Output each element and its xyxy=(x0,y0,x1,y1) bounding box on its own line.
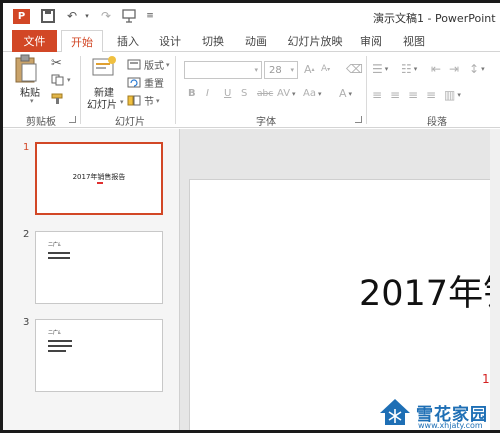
tab-slideshow[interactable]: 幻灯片放映 xyxy=(287,30,343,52)
thumb-title: 2017年销售报告 xyxy=(72,173,126,181)
watermark-url: www.xhjaty.com xyxy=(418,421,483,430)
undo-dropdown-icon[interactable]: ▾ xyxy=(83,8,91,24)
slide-number: 3 xyxy=(23,317,30,328)
copy-icon[interactable]: ▾ xyxy=(51,74,71,86)
decrease-indent-icon[interactable]: ⇤ xyxy=(431,62,441,76)
slide-subtitle-text[interactable]: 1 xyxy=(482,372,490,386)
slide-thumbnail-pane[interactable]: 1 2017年销售报告 2 二广ﾑ 3 二广ﾑ xyxy=(3,129,180,430)
underline-button[interactable]: U xyxy=(224,88,231,99)
save-icon[interactable] xyxy=(41,9,55,23)
font-size-value: 28 xyxy=(269,64,282,76)
thumb-bullet xyxy=(48,345,72,347)
tab-design[interactable]: 设计 xyxy=(155,30,185,52)
ribbon: 粘贴 ▾ ✂ ▾ 剪贴板 新建 幻灯片 ▾ 版式 ▾ 重置 节 ▾ 幻灯片 ▾ … xyxy=(3,52,500,128)
shadow-text-button[interactable]: S xyxy=(241,88,247,99)
grow-font-icon[interactable]: A ▴ xyxy=(304,63,315,76)
columns-icon[interactable]: ▥ ▾ xyxy=(444,88,461,102)
title-bar: P ↶ ▾ ↷ ≡ 演示文稿1 - PowerPoint xyxy=(3,3,500,30)
bold-button[interactable]: B xyxy=(188,88,196,99)
app-window: P ↶ ▾ ↷ ≡ 演示文稿1 - PowerPoint 文件 开始 插入 设计… xyxy=(0,0,500,433)
section-label: 节 xyxy=(144,97,154,108)
new-slide-icon[interactable] xyxy=(91,55,117,79)
numbering-icon[interactable]: ☷ ▾ xyxy=(401,62,417,76)
paragraph-group-label: 段落 xyxy=(427,117,447,128)
new-slide-label-2[interactable]: 幻灯片 xyxy=(87,96,117,111)
char-spacing-button[interactable]: AV ▾ xyxy=(277,88,296,99)
section-button[interactable]: 节 ▾ xyxy=(127,93,160,108)
new-slide-dropdown-icon[interactable]: ▾ xyxy=(120,98,124,106)
tab-animations[interactable]: 动画 xyxy=(241,30,271,52)
snowflake-logo-icon xyxy=(380,399,410,425)
slide-number: 1 xyxy=(23,142,30,153)
thumb-subtitle-mark xyxy=(97,182,103,184)
tab-view[interactable]: 视图 xyxy=(399,30,429,52)
thumb-bullet xyxy=(48,340,72,342)
font-name-combo[interactable]: ▾ xyxy=(184,61,262,79)
paste-icon[interactable] xyxy=(13,54,39,84)
change-case-button[interactable]: Aa ▾ xyxy=(303,88,321,99)
thumb-bullet xyxy=(48,350,66,352)
reset-button[interactable]: 重置 xyxy=(127,75,164,90)
slide-thumbnail-2[interactable]: 二广ﾑ xyxy=(35,231,163,304)
line-spacing-icon[interactable]: ↕ ▾ xyxy=(469,62,485,76)
paste-dropdown-icon[interactable]: ▾ xyxy=(30,97,34,105)
powerpoint-logo-icon: P xyxy=(13,9,30,24)
tab-transitions[interactable]: 切换 xyxy=(198,30,228,52)
ribbon-tabs: 文件 开始 插入 设计 切换 动画 幻灯片放映 审阅 视图 xyxy=(3,30,500,53)
redo-icon[interactable]: ↷ xyxy=(99,8,113,24)
font-size-combo[interactable]: 28 ▾ xyxy=(264,61,298,79)
thumb-heading: 二广ﾑ xyxy=(48,330,61,336)
clipboard-launcher-icon[interactable] xyxy=(69,116,76,123)
customize-toolbar-icon[interactable]: ≡ xyxy=(145,8,155,24)
cut-icon[interactable]: ✂ xyxy=(51,56,62,71)
group-divider xyxy=(80,56,81,124)
layout-label: 版式 xyxy=(144,61,164,72)
group-divider xyxy=(366,56,367,124)
tab-home[interactable]: 开始 xyxy=(61,30,103,53)
start-slideshow-icon[interactable] xyxy=(121,8,137,24)
align-center-icon[interactable]: ≡ xyxy=(390,88,400,102)
undo-icon[interactable]: ↶ xyxy=(65,8,79,24)
thumb-bullet xyxy=(48,252,70,254)
reset-label: 重置 xyxy=(144,79,164,90)
clear-format-icon[interactable]: ⌫ xyxy=(346,62,363,76)
font-launcher-icon[interactable] xyxy=(355,116,362,123)
tab-file[interactable]: 文件 xyxy=(12,30,57,52)
tab-review[interactable]: 审阅 xyxy=(356,30,386,52)
tab-insert[interactable]: 插入 xyxy=(113,30,143,52)
align-left-icon[interactable]: ≡ xyxy=(372,88,382,102)
thumb-heading: 二广ﾑ xyxy=(48,242,61,248)
font-color-button[interactable]: A ▾ xyxy=(339,87,352,100)
bullets-icon[interactable]: ☰ ▾ xyxy=(372,62,388,76)
slide-number: 2 xyxy=(23,229,30,240)
vertical-scrollbar[interactable] xyxy=(490,129,500,430)
slides-group-label: 幻灯片 xyxy=(115,117,145,128)
font-group-label: 字体 xyxy=(256,117,276,128)
slide-editor: 2017年销 1 xyxy=(181,129,500,430)
strikethrough-button[interactable]: abc xyxy=(257,89,273,99)
thumb-bullet xyxy=(48,257,70,259)
window-title: 演示文稿1 - PowerPoint xyxy=(373,12,496,25)
format-painter-icon[interactable] xyxy=(51,93,65,105)
clipboard-group-label: 剪贴板 xyxy=(26,117,56,128)
slide-thumbnail-1[interactable]: 2017年销售报告 xyxy=(35,142,163,215)
italic-button[interactable]: I xyxy=(206,88,209,99)
increase-indent-icon[interactable]: ⇥ xyxy=(449,62,459,76)
slide-title-text[interactable]: 2017年销 xyxy=(359,265,500,316)
shrink-font-icon[interactable]: A ▾ xyxy=(321,64,330,74)
group-divider xyxy=(175,56,176,124)
align-right-icon[interactable]: ≡ xyxy=(408,88,418,102)
workspace: 1 2017年销售报告 2 二广ﾑ 3 二广ﾑ 2017年销 xyxy=(3,129,500,430)
slide-thumbnail-3[interactable]: 二广ﾑ xyxy=(35,319,163,392)
justify-icon[interactable]: ≡ xyxy=(426,88,436,102)
layout-button[interactable]: 版式 ▾ xyxy=(127,57,170,72)
